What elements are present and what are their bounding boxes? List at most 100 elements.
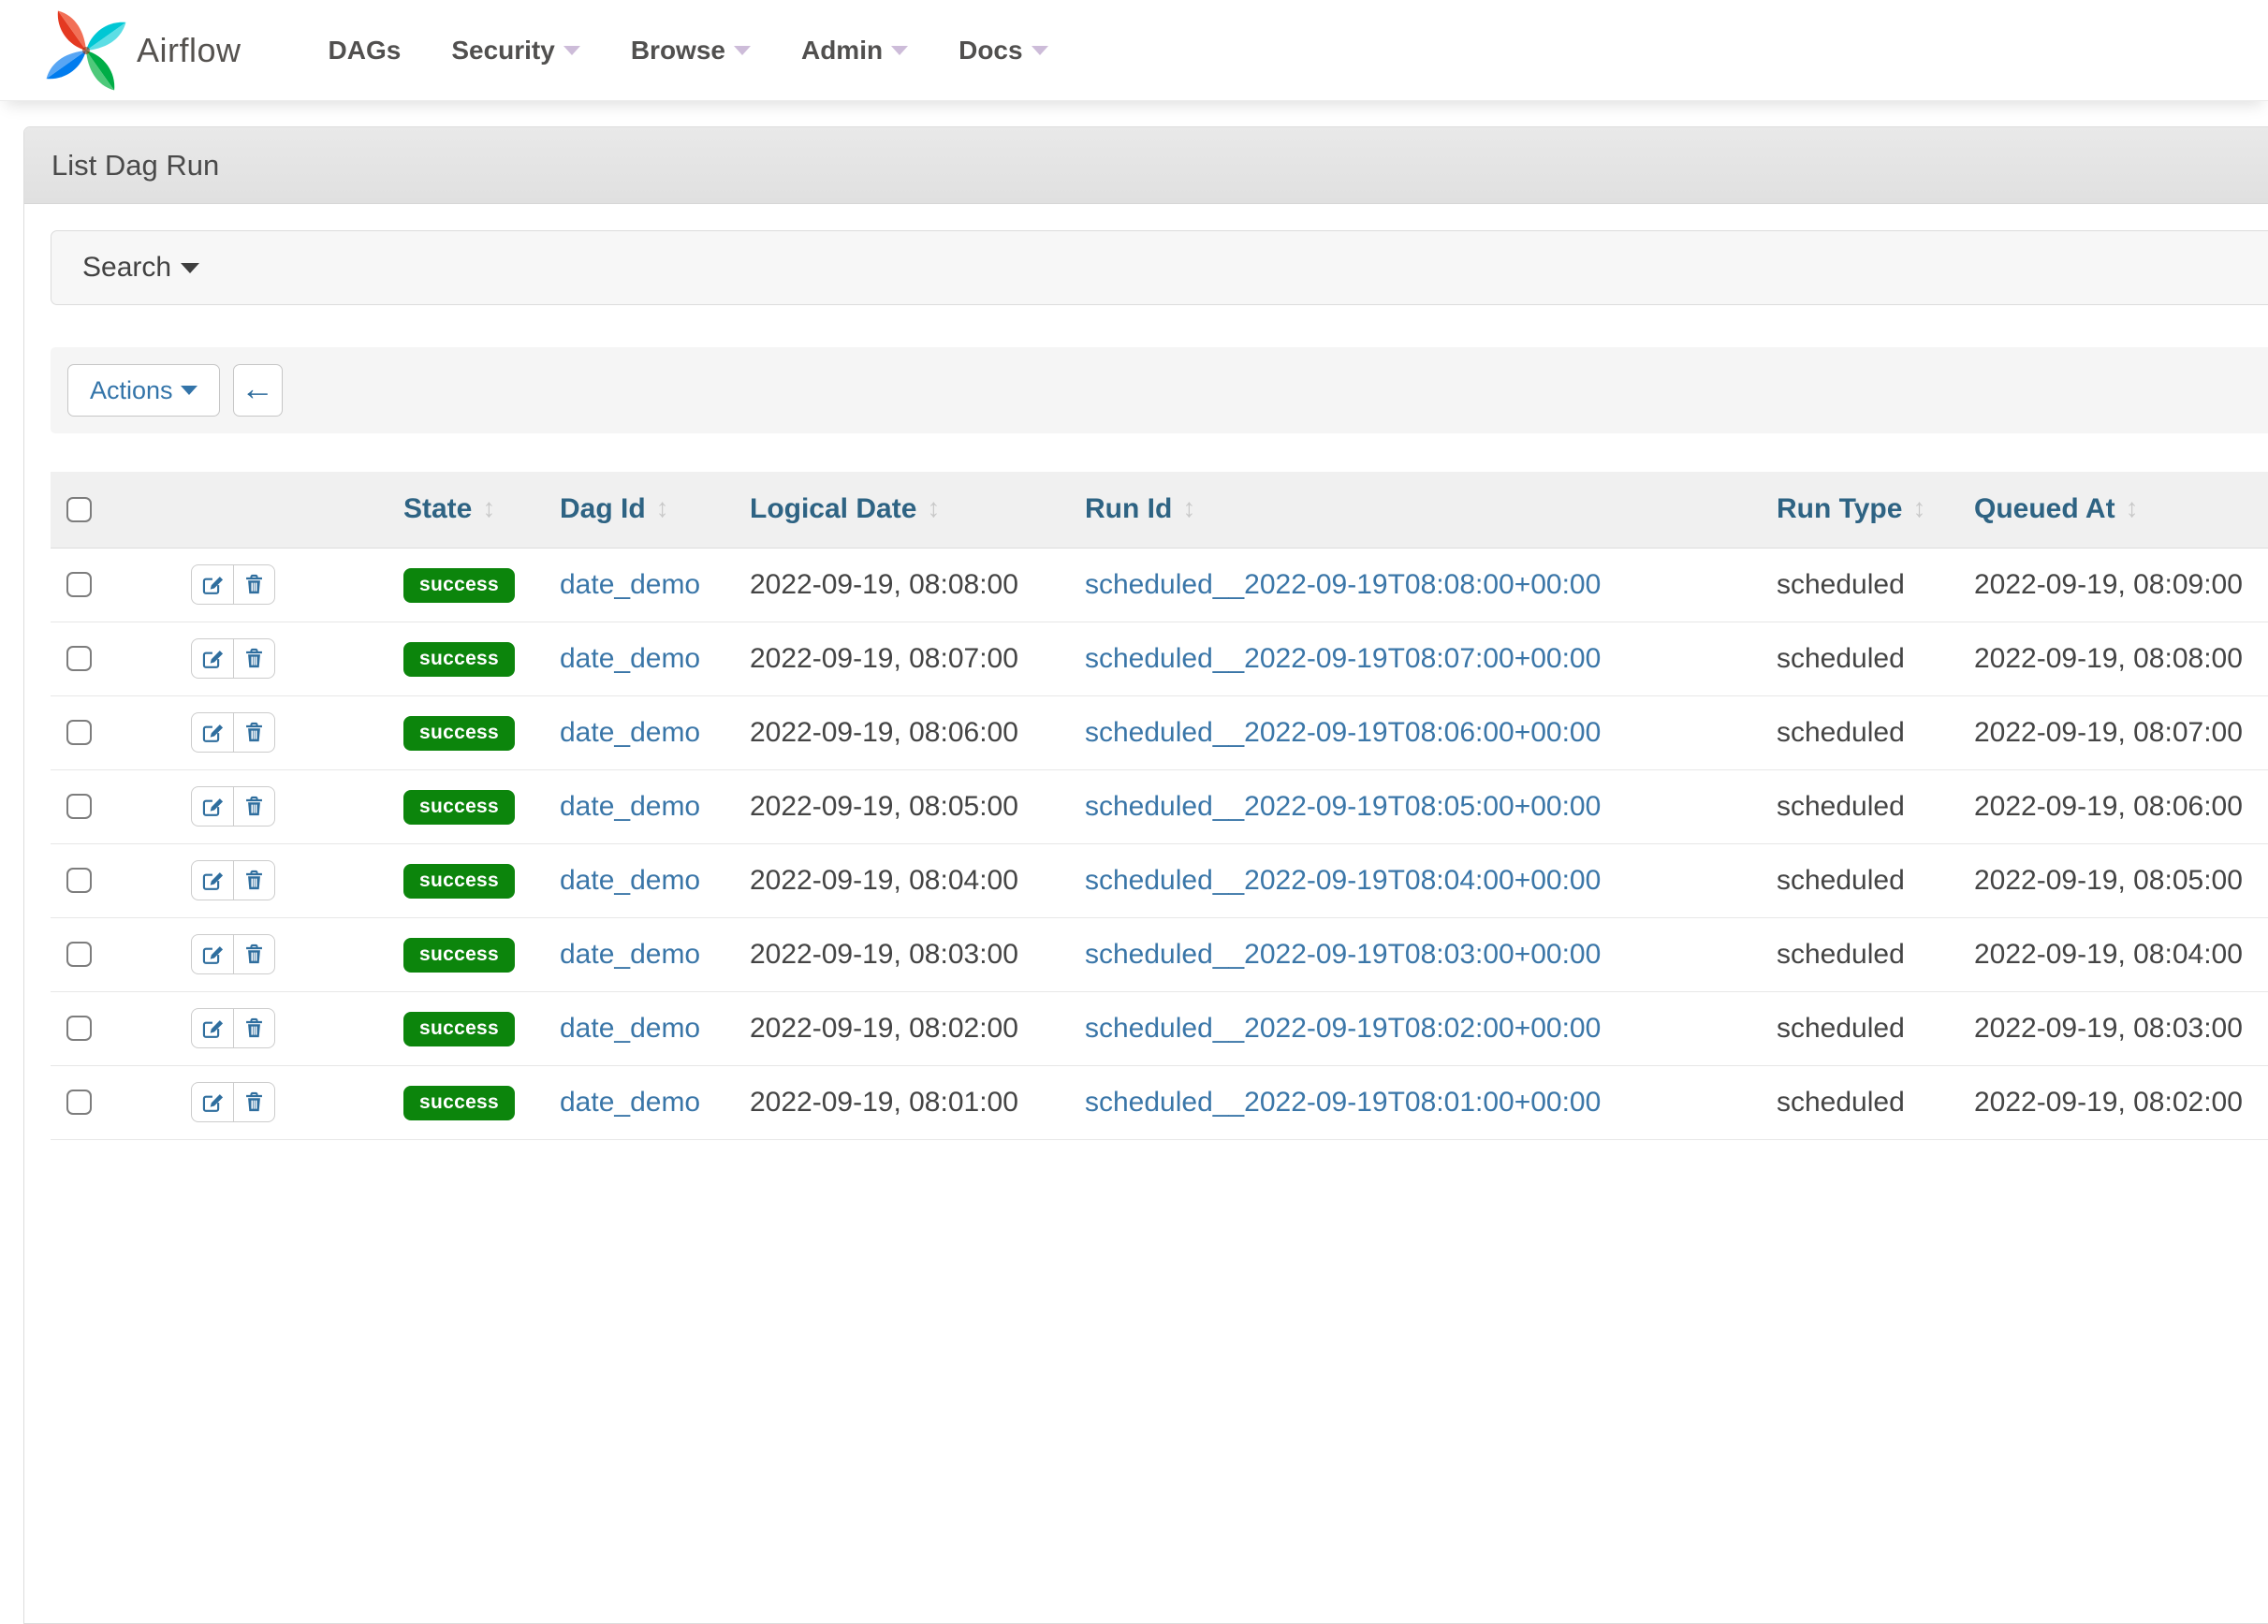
sort-icon[interactable]: ↕ [927, 493, 940, 522]
pencil-square-icon [200, 720, 226, 745]
run-id-link[interactable]: scheduled__2022-09-19T08:06:00+00:00 [1085, 717, 1601, 748]
edit-button[interactable] [191, 786, 233, 827]
nav-item-security[interactable]: Security [426, 36, 606, 66]
actions-dropdown-button[interactable]: Actions [67, 364, 220, 417]
delete-button[interactable] [233, 564, 275, 605]
delete-button[interactable] [233, 712, 275, 753]
search-accordion-toggle[interactable]: Search [51, 230, 2268, 305]
run-id-link[interactable]: scheduled__2022-09-19T08:03:00+00:00 [1085, 939, 1601, 970]
row-checkbox[interactable] [66, 720, 92, 745]
row-action-buttons [191, 564, 275, 605]
trash-icon [241, 1016, 267, 1041]
logical-date-cell: 2022-09-19, 08:06:00 [750, 695, 1085, 769]
run-id-link[interactable]: scheduled__2022-09-19T08:02:00+00:00 [1085, 1013, 1601, 1044]
row-checkbox[interactable] [66, 794, 92, 819]
delete-button[interactable] [233, 638, 275, 679]
edit-button[interactable] [191, 564, 233, 605]
dag-id-link[interactable]: date_demo [560, 569, 700, 600]
navbar: Airflow DAGs Security Browse Admin Docs [0, 0, 2268, 101]
dag-id-link[interactable]: date_demo [560, 717, 700, 748]
column-header-run-id[interactable]: Run Id↕ [1085, 472, 1777, 548]
dag-id-link[interactable]: date_demo [560, 1013, 700, 1044]
row-checkbox[interactable] [66, 572, 92, 597]
list-dag-run-panel: List Dag Run Search Actions ← [23, 126, 2268, 1624]
delete-button[interactable] [233, 860, 275, 900]
column-header-run-type[interactable]: Run Type↕ [1777, 472, 1974, 548]
dag-id-link[interactable]: date_demo [560, 643, 700, 674]
edit-button[interactable] [191, 860, 233, 900]
delete-button[interactable] [233, 786, 275, 827]
edit-button[interactable] [191, 1008, 233, 1048]
run-id-link[interactable]: scheduled__2022-09-19T08:08:00+00:00 [1085, 569, 1601, 600]
pencil-square-icon [200, 868, 226, 893]
row-checkbox[interactable] [66, 868, 92, 893]
column-header-logical-date[interactable]: Logical Date↕ [750, 472, 1085, 548]
sort-icon[interactable]: ↕ [482, 493, 495, 522]
table-row: success date_demo 2022-09-19, 08:02:00 s… [51, 991, 2268, 1065]
brand-title[interactable]: Airflow [137, 31, 241, 70]
queued-at-cell: 2022-09-19, 08:04:00 [1974, 917, 2268, 991]
edit-button[interactable] [191, 638, 233, 679]
row-checkbox[interactable] [66, 1090, 92, 1115]
run-type-cell: scheduled [1777, 769, 1974, 843]
delete-button[interactable] [233, 1008, 275, 1048]
queued-at-cell: 2022-09-19, 08:03:00 [1974, 991, 2268, 1065]
sort-icon[interactable]: ↕ [656, 493, 669, 522]
chevron-down-icon [734, 46, 751, 55]
run-id-link[interactable]: scheduled__2022-09-19T08:07:00+00:00 [1085, 643, 1601, 674]
queued-at-cell: 2022-09-19, 08:08:00 [1974, 622, 2268, 695]
column-header-queued-at[interactable]: Queued At↕ [1974, 472, 2268, 548]
nav-item-docs[interactable]: Docs [933, 36, 1073, 66]
row-action-buttons [191, 1082, 275, 1122]
table-row: success date_demo 2022-09-19, 08:07:00 s… [51, 622, 2268, 695]
trash-icon [241, 794, 267, 819]
pencil-square-icon [200, 1090, 226, 1115]
edit-button[interactable] [191, 712, 233, 753]
column-header-state[interactable]: State↕ [403, 472, 560, 548]
dag-id-link[interactable]: date_demo [560, 1087, 700, 1118]
row-action-buttons [191, 934, 275, 974]
row-checkbox[interactable] [66, 942, 92, 967]
dag-id-link[interactable]: date_demo [560, 791, 700, 822]
row-action-buttons [191, 786, 275, 827]
sort-icon[interactable]: ↕ [1182, 493, 1195, 522]
row-checkbox[interactable] [66, 646, 92, 671]
delete-button[interactable] [233, 1082, 275, 1122]
edit-button[interactable] [191, 1082, 233, 1122]
logical-date-cell: 2022-09-19, 08:05:00 [750, 769, 1085, 843]
run-type-cell: scheduled [1777, 991, 1974, 1065]
logical-date-cell: 2022-09-19, 08:04:00 [750, 843, 1085, 917]
nav-item-dags[interactable]: DAGs [303, 36, 427, 66]
row-action-buttons [191, 860, 275, 900]
run-id-link[interactable]: scheduled__2022-09-19T08:05:00+00:00 [1085, 791, 1601, 822]
select-all-checkbox[interactable] [66, 497, 92, 522]
run-type-cell: scheduled [1777, 695, 1974, 769]
logical-date-cell: 2022-09-19, 08:02:00 [750, 991, 1085, 1065]
status-badge: success [403, 938, 515, 973]
run-type-cell: scheduled [1777, 1065, 1974, 1139]
dag-id-link[interactable]: date_demo [560, 865, 700, 896]
delete-button[interactable] [233, 934, 275, 974]
edit-button[interactable] [191, 934, 233, 974]
row-checkbox[interactable] [66, 1016, 92, 1041]
logical-date-cell: 2022-09-19, 08:03:00 [750, 917, 1085, 991]
run-id-link[interactable]: scheduled__2022-09-19T08:01:00+00:00 [1085, 1087, 1601, 1118]
arrow-left-icon: ← [241, 372, 274, 405]
dag-id-link[interactable]: date_demo [560, 939, 700, 970]
status-badge: success [403, 1086, 515, 1120]
back-button[interactable]: ← [233, 364, 283, 417]
nav-item-browse[interactable]: Browse [606, 36, 776, 66]
run-id-link[interactable]: scheduled__2022-09-19T08:04:00+00:00 [1085, 865, 1601, 896]
sort-icon[interactable]: ↕ [2126, 493, 2139, 522]
airflow-logo-icon[interactable] [43, 7, 129, 94]
trash-icon [241, 942, 267, 967]
table-body: success date_demo 2022-09-19, 08:08:00 s… [51, 548, 2268, 1139]
column-header-dag-id[interactable]: Dag Id↕ [560, 472, 750, 548]
sort-icon[interactable]: ↕ [1912, 493, 1925, 522]
status-badge: success [403, 716, 515, 751]
search-label: Search [82, 252, 171, 284]
pencil-square-icon [200, 942, 226, 967]
page-title: List Dag Run [51, 149, 219, 183]
table-row: success date_demo 2022-09-19, 08:04:00 s… [51, 843, 2268, 917]
nav-item-admin[interactable]: Admin [776, 36, 933, 66]
